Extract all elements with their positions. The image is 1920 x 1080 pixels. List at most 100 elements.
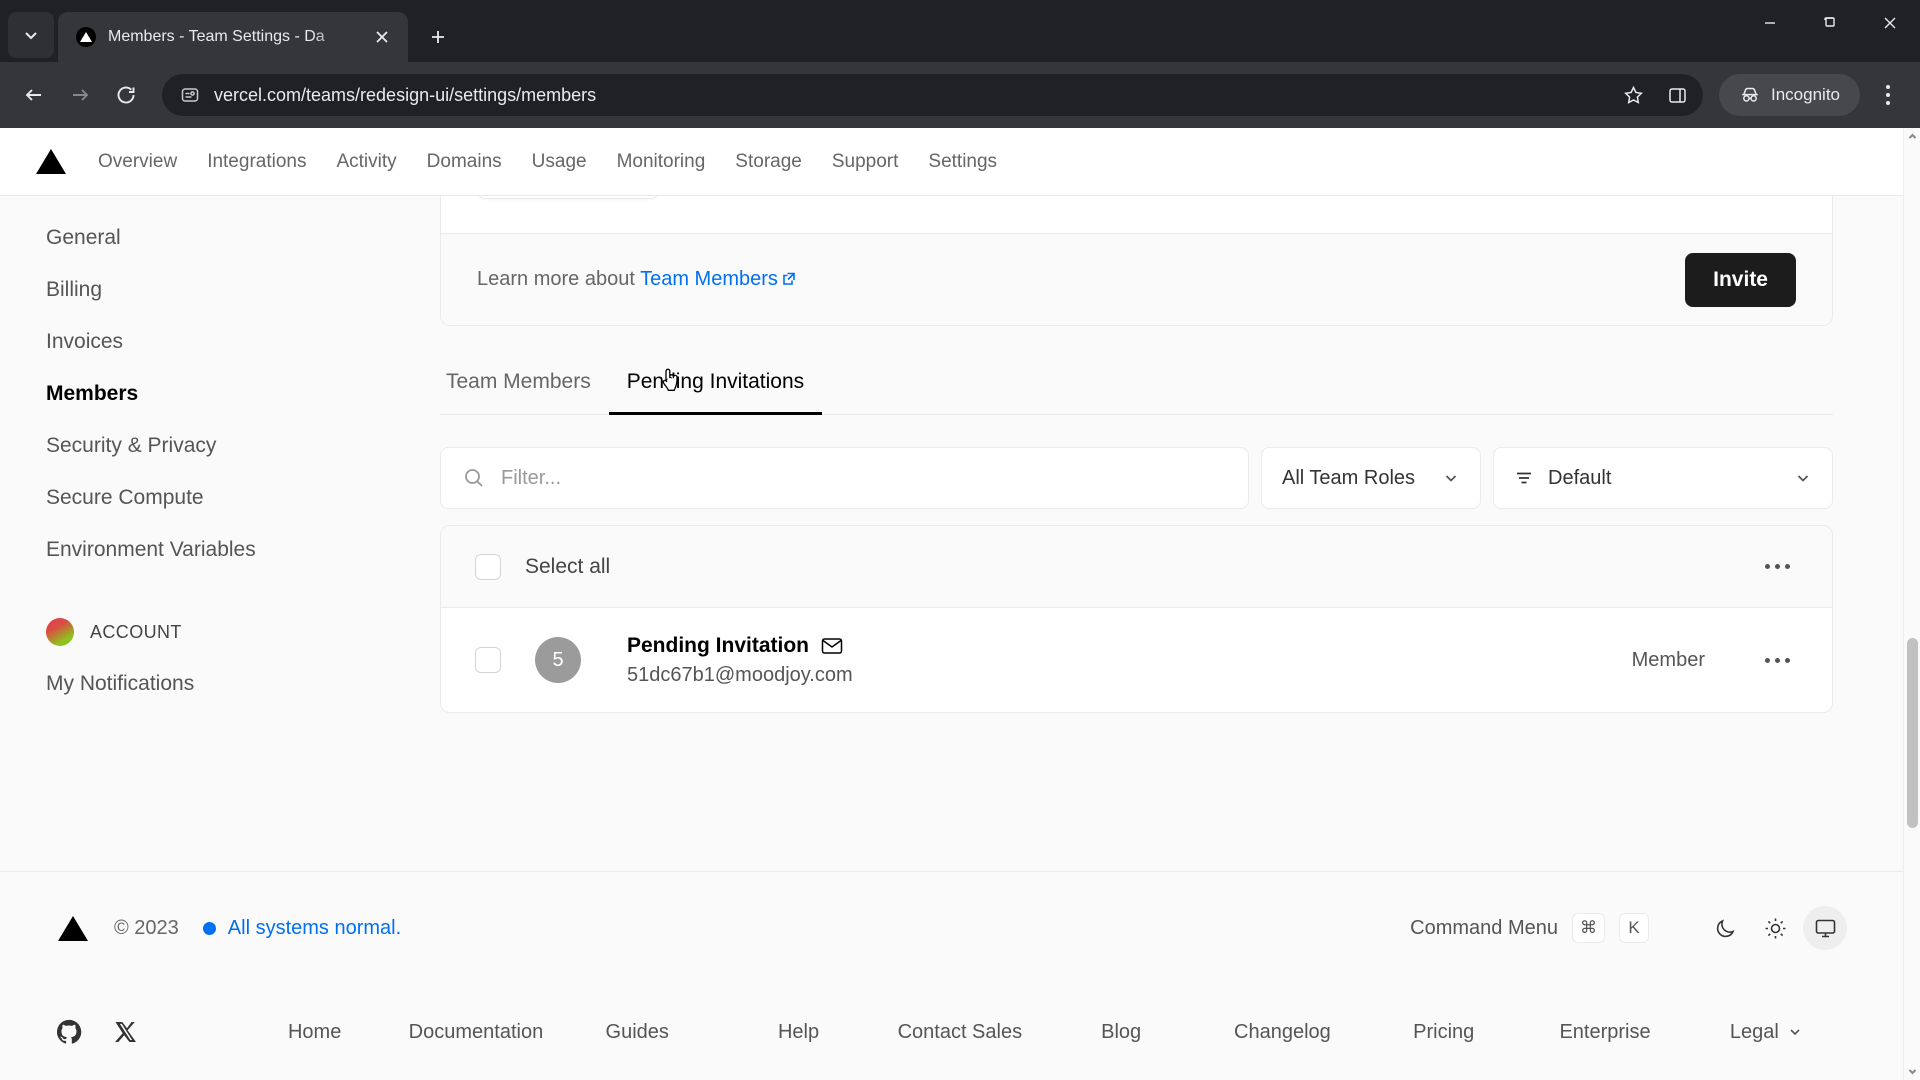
star-icon[interactable] <box>1615 77 1651 113</box>
app-navigation: Overview Integrations Activity Domains U… <box>0 128 1903 196</box>
nav-item-settings[interactable]: Settings <box>928 151 997 173</box>
footer-link-guides[interactable]: Guides <box>557 1021 718 1044</box>
github-icon[interactable] <box>56 1019 82 1045</box>
new-tab-button[interactable] <box>420 19 456 55</box>
system-mode-icon[interactable] <box>1803 906 1847 950</box>
tab-search-button[interactable] <box>8 12 54 58</box>
nav-item-integrations[interactable]: Integrations <box>207 151 306 173</box>
three-dots-vertical-icon[interactable] <box>1870 73 1906 117</box>
list-header-menu-icon[interactable] <box>1757 556 1798 577</box>
invite-card: Add more Learn more about Team Members I… <box>440 196 1833 326</box>
browser-titlebar: Members - Team Settings - Da <box>0 0 1920 62</box>
tab-team-members[interactable]: Team Members <box>440 370 609 414</box>
sort-select[interactable]: Default <box>1493 447 1833 509</box>
reload-button[interactable] <box>106 75 146 115</box>
site-footer: © 2023 All systems normal. Command Menu … <box>0 871 1903 1080</box>
sidebar-item-general[interactable]: General <box>46 212 440 264</box>
arrow-left-icon <box>25 89 41 101</box>
role-filter-select[interactable]: All Team Roles <box>1261 447 1481 509</box>
chevron-down-icon <box>25 32 37 40</box>
omnibox-actions <box>1615 77 1695 113</box>
chevron-down-icon <box>1794 469 1812 487</box>
team-members-link[interactable]: Team Members <box>640 268 778 290</box>
scroll-down-arrow[interactable] <box>1904 1063 1920 1080</box>
close-window-button[interactable] <box>1860 0 1920 46</box>
list-header: Select all <box>441 526 1832 608</box>
nav-item-monitoring[interactable]: Monitoring <box>617 151 706 173</box>
footer-link-help[interactable]: Help <box>718 1021 879 1044</box>
back-button[interactable] <box>14 75 54 115</box>
avatar: 5 <box>535 637 581 683</box>
invitations-list: Select all 5 Pending Invitation 51dc67b1… <box>440 525 1833 713</box>
nav-item-domains[interactable]: Domains <box>427 151 502 173</box>
page-scrollbar[interactable] <box>1903 128 1920 1080</box>
tab-pending-invitations[interactable]: Pending Invitations <box>608 368 823 415</box>
footer-link-enterprise[interactable]: Enterprise <box>1524 1021 1685 1044</box>
nav-item-support[interactable]: Support <box>832 151 899 173</box>
nav-item-activity[interactable]: Activity <box>336 151 396 173</box>
nav-item-overview[interactable]: Overview <box>98 151 177 173</box>
add-more-button[interactable]: Add more <box>477 196 660 199</box>
footer-link-pricing[interactable]: Pricing <box>1363 1021 1524 1044</box>
invite-card-body: Add more <box>441 196 1832 233</box>
row-checkbox[interactable] <box>475 647 501 673</box>
account-avatar <box>46 618 74 646</box>
tab-pending-invitations-label: Pending Invitations <box>626 370 805 393</box>
k-key: K <box>1619 913 1649 943</box>
row-name: Pending Invitation <box>627 634 1608 658</box>
account-section[interactable]: ACCOUNT <box>46 618 440 646</box>
minimize-button[interactable] <box>1740 0 1800 46</box>
role-filter-value: All Team Roles <box>1282 466 1416 489</box>
arrow-right-icon <box>73 89 89 101</box>
system-status[interactable]: All systems normal. <box>202 916 402 940</box>
scroll-up-arrow[interactable] <box>1904 128 1920 145</box>
main-content: Add more Learn more about Team Members I… <box>440 196 1903 871</box>
footer-link-contact-sales[interactable]: Contact Sales <box>879 1021 1040 1044</box>
sidebar-item-members[interactable]: Members <box>46 368 440 420</box>
footer-link-changelog[interactable]: Changelog <box>1202 1021 1363 1044</box>
page-viewport: Overview Integrations Activity Domains U… <box>0 128 1920 1080</box>
vercel-triangle-icon[interactable] <box>34 147 68 176</box>
browser-tab[interactable]: Members - Team Settings - Da <box>58 12 408 62</box>
sidebar-item-security-privacy[interactable]: Security & Privacy <box>46 420 440 472</box>
page-info-icon[interactable] <box>180 85 200 105</box>
side-panel-icon[interactable] <box>1659 77 1695 113</box>
footer-link-legal[interactable]: Legal <box>1686 1021 1847 1044</box>
external-link-icon[interactable] <box>781 271 797 287</box>
footer-link-documentation[interactable]: Documentation <box>395 1021 556 1044</box>
footer-link-home[interactable]: Home <box>234 1021 395 1044</box>
browser-window: Members - Team Settings - Da vercel.com/… <box>0 0 1920 1080</box>
light-mode-icon[interactable] <box>1753 906 1797 950</box>
incognito-indicator[interactable]: Incognito <box>1719 74 1860 116</box>
settings-sidebar: General Billing Invoices Members Securit… <box>0 196 440 871</box>
footer-link-blog[interactable]: Blog <box>1040 1021 1201 1044</box>
nav-item-usage[interactable]: Usage <box>532 151 587 173</box>
vercel-app: Overview Integrations Activity Domains U… <box>0 128 1903 1080</box>
invite-button[interactable]: Invite <box>1685 252 1796 307</box>
status-label: All systems normal. <box>227 916 402 939</box>
sidebar-item-billing[interactable]: Billing <box>46 264 440 316</box>
row-name-label: Pending Invitation <box>627 633 809 657</box>
x-twitter-icon[interactable] <box>114 1019 138 1045</box>
scrollbar-thumb[interactable] <box>1907 638 1918 828</box>
row-menu-icon[interactable] <box>1757 650 1798 671</box>
sidebar-item-secure-compute[interactable]: Secure Compute <box>46 472 440 524</box>
sidebar-item-invoices[interactable]: Invoices <box>46 316 440 368</box>
forward-button[interactable] <box>60 75 100 115</box>
select-all-checkbox[interactable] <box>475 553 501 580</box>
search-input[interactable] <box>501 466 1226 490</box>
tab-close-button[interactable] <box>368 23 396 51</box>
filter-search-box[interactable] <box>440 447 1249 509</box>
dark-mode-icon[interactable] <box>1703 906 1747 950</box>
table-row[interactable]: 5 Pending Invitation 51dc67b1@moodjoy.co… <box>441 608 1832 712</box>
minimize-icon <box>1765 22 1775 24</box>
command-menu-button[interactable]: Command Menu ⌘ K <box>1410 913 1649 943</box>
theme-switcher <box>1703 906 1847 950</box>
maximize-button[interactable] <box>1800 0 1860 46</box>
sidebar-item-environment-variables[interactable]: Environment Variables <box>46 524 440 576</box>
sidebar-item-my-notifications[interactable]: My Notifications <box>46 658 440 710</box>
nav-item-storage[interactable]: Storage <box>735 151 802 173</box>
address-bar[interactable]: vercel.com/teams/redesign-ui/settings/me… <box>162 74 1703 116</box>
vercel-triangle-icon[interactable] <box>56 914 90 943</box>
select-all-label: Select all <box>525 554 611 578</box>
